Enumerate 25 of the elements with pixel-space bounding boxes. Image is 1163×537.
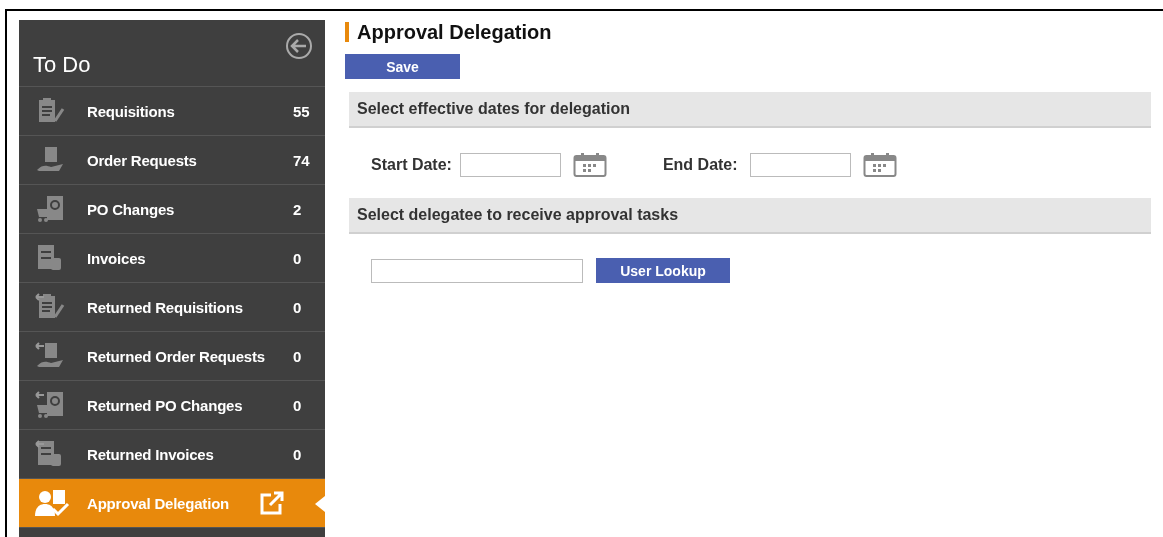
sidebar-item[interactable]: Returned Order Requests 0 <box>19 332 325 381</box>
user-lookup-button[interactable]: User Lookup <box>596 258 730 283</box>
end-date-field[interactable] <box>749 153 851 177</box>
calendar-icon[interactable] <box>572 152 607 178</box>
start-date-field[interactable] <box>459 153 561 177</box>
sidebar-item[interactable]: Invoices 0 <box>19 234 325 283</box>
section-header: Select delegatee to receive approval tasks <box>349 198 1151 234</box>
external-link-icon[interactable] <box>259 490 285 516</box>
returned-clipboard-pencil-icon <box>35 293 67 321</box>
sidebar-item[interactable]: Order Requests 74 <box>19 136 325 185</box>
calendar-icon[interactable] <box>862 152 897 178</box>
sidebar-item[interactable]: Returned PO Changes 0 <box>19 381 325 430</box>
sidebar-item[interactable]: Returned Requisitions 0 <box>19 283 325 332</box>
save-button[interactable]: Save <box>345 54 460 79</box>
selection-pointer <box>315 496 325 512</box>
section-header: Select effective dates for delegation <box>349 92 1151 128</box>
collapse-back-icon[interactable] <box>285 32 313 60</box>
field-label: Start Date: <box>371 156 452 174</box>
delegatee-field[interactable] <box>371 258 583 283</box>
sidebar-item[interactable]: Requisitions 55 <box>19 87 325 136</box>
sidebar-item[interactable]: PO Changes 2 <box>19 185 325 234</box>
field-label: End Date: <box>662 156 738 174</box>
sidebar-title: To Do <box>33 52 91 78</box>
page-title: Approval Delegation <box>345 22 1151 42</box>
person-check-icon <box>35 489 71 517</box>
